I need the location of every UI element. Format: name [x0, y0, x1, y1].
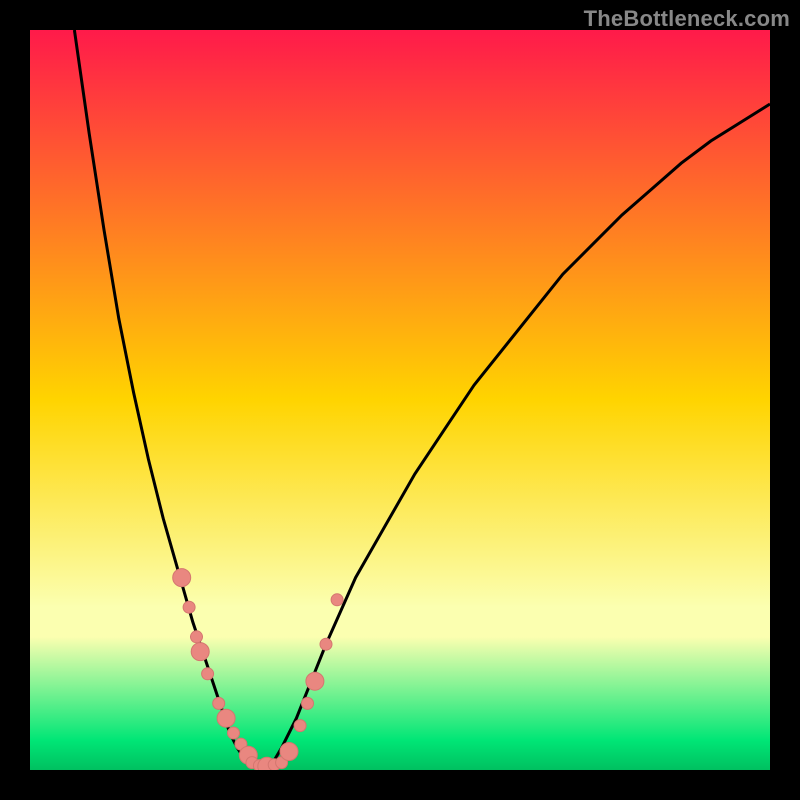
data-marker: [183, 601, 195, 613]
data-marker: [280, 743, 298, 761]
plot-area: [30, 30, 770, 770]
data-marker: [331, 594, 343, 606]
data-marker: [228, 727, 240, 739]
data-marker: [294, 720, 306, 732]
chart-svg: [30, 30, 770, 770]
data-marker: [217, 709, 235, 727]
data-marker: [202, 668, 214, 680]
data-marker: [320, 638, 332, 650]
data-marker: [302, 697, 314, 709]
chart-frame: TheBottleneck.com: [0, 0, 800, 800]
data-marker: [173, 569, 191, 587]
data-marker: [213, 697, 225, 709]
data-marker: [306, 672, 324, 690]
watermark-text: TheBottleneck.com: [584, 6, 790, 32]
gradient-background: [30, 30, 770, 770]
data-marker: [191, 643, 209, 661]
data-marker: [191, 631, 203, 643]
